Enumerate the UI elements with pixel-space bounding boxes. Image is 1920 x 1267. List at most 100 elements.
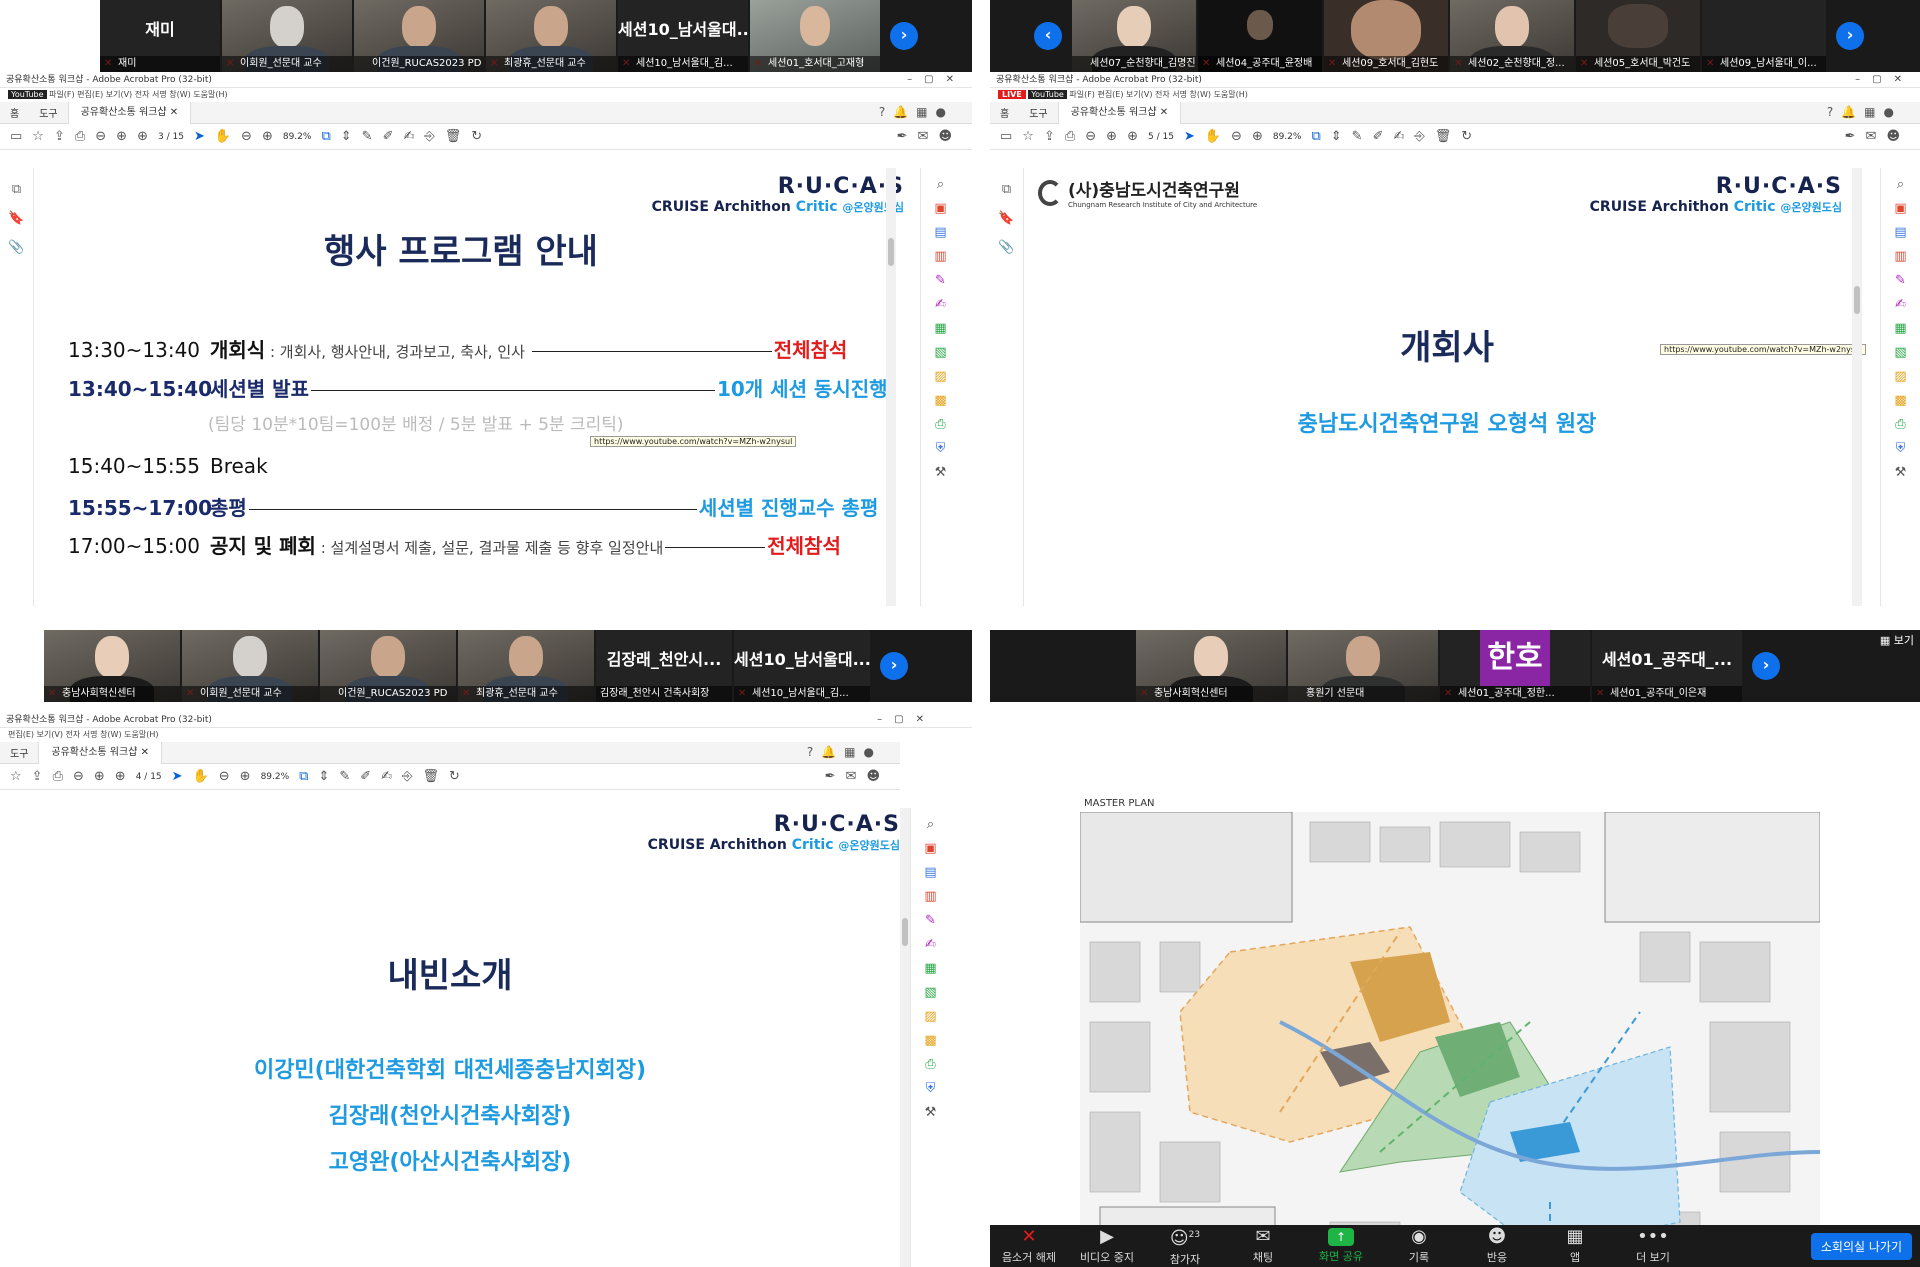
comment-icon[interactable]: ✎: [362, 129, 373, 144]
menu-bar[interactable]: LIVE YouTube 파일(F) 편집(E) 보기(V) 전자 서명 창(W…: [990, 88, 1920, 102]
print-icon[interactable]: ⎙: [75, 129, 85, 144]
zoom-minus-icon[interactable]: ⊖: [241, 129, 252, 144]
organize-icon[interactable]: ▥: [921, 249, 960, 264]
zoom-minus-icon[interactable]: ⊖: [1231, 129, 1242, 144]
export-pdf-icon[interactable]: ▤: [921, 225, 960, 240]
stamp-icon[interactable]: ⎆: [1414, 129, 1424, 144]
fit-icon[interactable]: ⧉: [1311, 129, 1320, 144]
organize-icon[interactable]: ▥: [911, 889, 950, 904]
participant-tile[interactable]: ✕ 이회원_선문대 교수: [222, 0, 352, 72]
save-icon[interactable]: ▭: [1000, 129, 1012, 144]
next-page-icon[interactable]: ⊕: [137, 129, 148, 144]
chat-button[interactable]: ✉ 채팅: [1224, 1227, 1302, 1265]
page-number[interactable]: 3 / 15: [158, 132, 184, 142]
menu-bar[interactable]: 편집(E) 보기(V) 전자 서명 창(W) 도움말(H): [0, 728, 972, 742]
save-icon[interactable]: ▭: [10, 129, 22, 144]
draw-icon[interactable]: ✍: [403, 129, 414, 144]
organize-icon[interactable]: ▥: [1881, 249, 1920, 264]
page-number[interactable]: 4 / 15: [136, 772, 162, 782]
sign-icon[interactable]: ✍: [1881, 297, 1920, 312]
draw-icon[interactable]: ✍: [381, 769, 392, 784]
search-icon[interactable]: ⌕: [921, 177, 960, 192]
export-pdf-icon[interactable]: ▤: [911, 865, 950, 880]
next-page-button[interactable]: ›: [1752, 652, 1780, 680]
cursor-icon[interactable]: ➤: [194, 129, 205, 144]
rotate-icon[interactable]: ↻: [1461, 129, 1472, 144]
delete-icon[interactable]: 🗑: [445, 129, 462, 144]
document-tab[interactable]: 공유확산소통 워크샵 ✕: [38, 741, 162, 764]
comment-tool-icon[interactable]: ▩: [1881, 393, 1920, 408]
stamp-icon[interactable]: ⎆: [402, 769, 412, 784]
more-button[interactable]: ••• 더 보기: [1614, 1227, 1692, 1265]
tools-tab[interactable]: 도구: [29, 105, 67, 120]
home-tab[interactable]: 홈: [0, 105, 29, 120]
edit-icon[interactable]: ✎: [1881, 273, 1920, 288]
home-tab[interactable]: 홈: [990, 105, 1019, 120]
scroll-icon[interactable]: ⇕: [318, 769, 329, 784]
comment-icon[interactable]: ✎: [1352, 129, 1363, 144]
print-icon[interactable]: ⎙: [53, 769, 63, 784]
zoom-plus-icon[interactable]: ⊕: [240, 769, 251, 784]
sign-icon[interactable]: ✍: [921, 297, 960, 312]
compress-icon[interactable]: ▧: [921, 345, 960, 360]
participant-tile[interactable]: 세션01_공주대_... ✕ 세션01_공주대_이은재: [1592, 630, 1742, 702]
scan-icon[interactable]: ▦: [921, 321, 960, 336]
scan-icon[interactable]: ▦: [911, 961, 950, 976]
prev-page-icon[interactable]: ⊕: [94, 769, 105, 784]
window-controls[interactable]: –▢✕: [1855, 72, 1914, 88]
zoom-out-icon[interactable]: ⊖: [73, 769, 84, 784]
unmute-button[interactable]: ✕ 음소거 해제: [990, 1227, 1068, 1265]
highlight-icon[interactable]: ✐: [360, 769, 371, 784]
participant-tile[interactable]: 김장래_천안시... 김장래_천안시 건축사회장: [596, 630, 732, 702]
participant-tile[interactable]: ✕ 충남사회혁신센터: [44, 630, 180, 702]
stamp-icon[interactable]: ⎆: [424, 129, 434, 144]
participant-tile[interactable]: ✕ 세션04_공주대_윤정배: [1198, 0, 1322, 72]
zoom-plus-icon[interactable]: ⊕: [1252, 129, 1263, 144]
participant-tile[interactable]: 재미 ✕ 재미: [100, 0, 220, 72]
bookmark-icon[interactable]: 🔖: [990, 211, 1023, 226]
participant-tile[interactable]: 세션10_남서울대... ✕ 세션10_남서울대_김...: [734, 630, 870, 702]
zoom-level[interactable]: 89.2%: [1273, 132, 1302, 142]
next-page-icon[interactable]: ⊕: [115, 769, 126, 784]
comment-icon[interactable]: ✎: [339, 769, 350, 784]
protect-doc-icon[interactable]: ▨: [921, 369, 960, 384]
cursor-icon[interactable]: ➤: [172, 769, 183, 784]
print-icon[interactable]: ⎙: [1065, 129, 1075, 144]
tools-tab[interactable]: 도구: [0, 745, 38, 760]
fit-icon[interactable]: ⧉: [321, 129, 330, 144]
leave-breakout-button[interactable]: 소회의실 나가기: [1810, 1233, 1912, 1260]
share-icons[interactable]: ✒✉☻: [825, 769, 890, 784]
sign-icon[interactable]: ✍: [911, 937, 950, 952]
hand-icon[interactable]: ✋: [1205, 129, 1221, 144]
participant-tile[interactable]: ✕ 최광휴_선문대 교수: [486, 0, 616, 72]
tools-more-icon[interactable]: ⚒: [911, 1105, 950, 1120]
participant-tile[interactable]: ✕ 이회원_선문대 교수: [182, 630, 318, 702]
participant-tile[interactable]: 세션10_남서울대... ✕ 세션10_남서울대_김...: [618, 0, 748, 72]
rotate-icon[interactable]: ↻: [449, 769, 460, 784]
delete-icon[interactable]: 🗑: [422, 769, 439, 784]
prev-page-icon[interactable]: ⊕: [1106, 129, 1117, 144]
next-page-button[interactable]: ›: [890, 22, 918, 50]
shield-icon[interactable]: ⛨: [1881, 441, 1920, 456]
print-tool-icon[interactable]: ⎙: [921, 417, 960, 432]
star-icon[interactable]: ☆: [1022, 129, 1034, 144]
participant-tile[interactable]: ✕ 세션05_호서대_박건도: [1576, 0, 1700, 72]
edit-icon[interactable]: ✎: [921, 273, 960, 288]
stop-video-button[interactable]: ▶ 비디오 중지: [1068, 1227, 1146, 1265]
protect-doc-icon[interactable]: ▨: [911, 1009, 950, 1024]
zoom-plus-icon[interactable]: ⊕: [262, 129, 273, 144]
cursor-icon[interactable]: ➤: [1184, 129, 1195, 144]
print-tool-icon[interactable]: ⎙: [1881, 417, 1920, 432]
tools-tab[interactable]: 도구: [1019, 105, 1057, 120]
zoom-level[interactable]: 89.2%: [261, 772, 290, 782]
create-pdf-icon[interactable]: ▣: [911, 841, 950, 856]
compress-icon[interactable]: ▧: [911, 985, 950, 1000]
star-icon[interactable]: ☆: [32, 129, 44, 144]
scan-icon[interactable]: ▦: [1881, 321, 1920, 336]
fit-icon[interactable]: ⧉: [299, 769, 308, 784]
attachment-icon[interactable]: 📎: [990, 240, 1023, 255]
prev-page-button[interactable]: ‹: [1034, 22, 1062, 50]
window-controls[interactable]: –▢✕: [877, 712, 936, 728]
next-page-icon[interactable]: ⊕: [1127, 129, 1138, 144]
pages-icon[interactable]: ⧉: [0, 182, 33, 197]
